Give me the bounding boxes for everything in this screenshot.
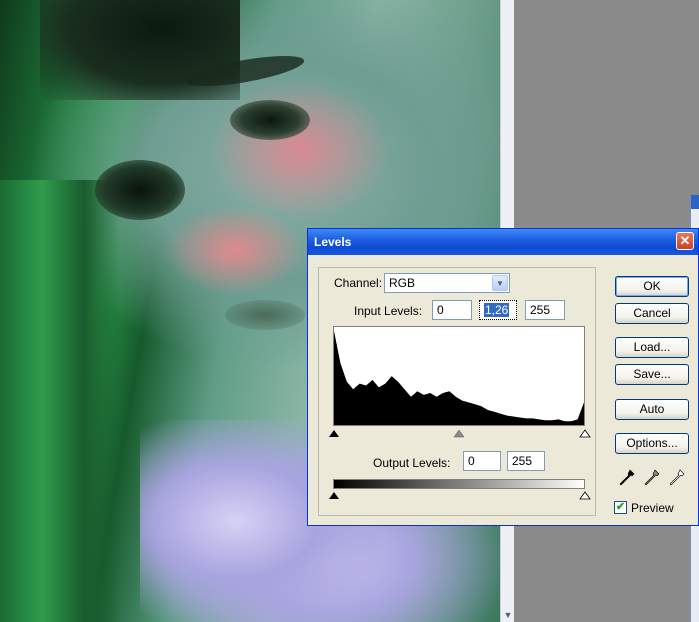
dialog-title: Levels [314,235,352,249]
preview-label[interactable]: Preview [631,501,674,515]
white-eyedropper-icon[interactable] [669,469,685,487]
input-gamma-value: 1,26 [484,303,510,317]
ok-button[interactable]: OK [615,276,689,297]
gray-eyedropper-icon[interactable] [644,469,660,487]
output-levels-label: Output Levels: [373,456,451,470]
input-black-field[interactable]: 0 [432,300,472,320]
histogram-area [334,331,584,425]
channel-value: RGB [389,276,416,290]
input-gamma-field[interactable]: 1,26 [479,300,517,320]
black-eyedropper-icon[interactable] [619,469,635,487]
input-gamma-slider[interactable] [453,429,465,438]
dialog-titlebar[interactable]: Levels ✕ [308,229,698,255]
histogram [333,326,585,426]
output-slider-track[interactable] [328,490,592,500]
preview-checkbox[interactable]: ✔ [614,501,627,514]
cancel-button[interactable]: Cancel [615,303,689,324]
output-black-field[interactable]: 0 [463,451,501,471]
photo-hair-region [0,180,120,622]
options-button[interactable]: Options... [615,433,689,454]
save-button[interactable]: Save... [615,364,689,385]
channel-select[interactable]: RGB ▼ [384,273,510,293]
photo-eye-left [95,160,185,220]
photo-mouth [225,300,305,330]
output-white-field[interactable]: 255 [507,451,545,471]
levels-dialog: Levels ✕ Channel: RGB ▼ Input Levels: 0 … [307,228,699,526]
photo-eye-right [230,100,310,140]
output-black-value: 0 [468,454,475,468]
input-white-slider[interactable] [579,429,591,438]
input-white-field[interactable]: 255 [525,300,565,320]
auto-button[interactable]: Auto [615,399,689,420]
input-white-value: 255 [530,303,551,317]
input-slider-track[interactable] [328,428,592,438]
output-white-slider[interactable] [579,491,591,500]
input-black-value: 0 [437,303,444,317]
input-levels-label: Input Levels: [354,304,423,318]
close-icon[interactable]: ✕ [676,232,694,250]
input-black-slider[interactable] [329,430,339,437]
channel-label: Channel: [334,276,383,290]
load-button[interactable]: Load... [615,337,689,358]
output-black-slider[interactable] [329,492,339,499]
scroll-down-arrow-icon[interactable]: ▼ [503,610,513,620]
output-white-value: 255 [512,454,533,468]
output-gradient-bar [333,479,585,489]
chevron-down-icon[interactable]: ▼ [492,275,508,291]
